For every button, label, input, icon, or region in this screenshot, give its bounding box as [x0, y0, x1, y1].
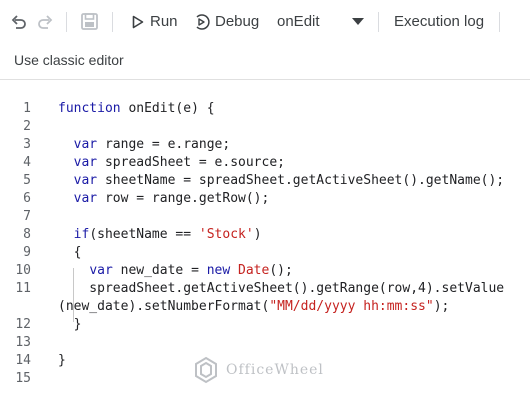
- code-line: 13: [0, 334, 530, 352]
- save-button[interactable]: [80, 12, 99, 31]
- code-line: 10 var new_date = new Date();: [0, 262, 530, 280]
- undo-icon: [11, 15, 26, 29]
- use-classic-editor-link[interactable]: Use classic editor: [14, 52, 124, 68]
- line-number: 1: [23, 101, 31, 116]
- dropdown-arrow-icon: [352, 18, 364, 25]
- line-number: 11: [15, 281, 31, 296]
- code-line: 3 var range = e.range;: [0, 136, 530, 154]
- debug-button[interactable]: Debug: [194, 13, 259, 30]
- code-line: 6 var row = range.getRow();: [0, 190, 530, 208]
- toolbar-divider: [499, 12, 500, 32]
- run-label: Run: [150, 13, 178, 30]
- code-line: 8 if(sheetName == 'Stock'): [0, 226, 530, 244]
- line-number: 6: [23, 191, 31, 206]
- code-line: 7: [0, 208, 530, 226]
- code-line: 12 }: [0, 316, 530, 334]
- code-text: if(sheetName == 'Stock'): [73, 227, 262, 242]
- toolbar-divider: [112, 12, 113, 32]
- save-icon: [81, 13, 98, 30]
- debug-icon: [196, 13, 210, 30]
- line-number: 13: [15, 335, 31, 350]
- header-divider: [0, 79, 530, 80]
- debug-label: Debug: [215, 13, 260, 30]
- code-line: (new_date).setNumberFormat("MM/dd/yyyy h…: [0, 298, 530, 316]
- toolbar-divider: [66, 12, 67, 32]
- code-line: 4 var spreadSheet = e.source;: [0, 154, 530, 172]
- code-line: 5 var sheetName = spreadSheet.getActiveS…: [0, 172, 530, 190]
- function-select[interactable]: onEdit: [277, 13, 365, 30]
- code-line: 2: [0, 118, 530, 136]
- code-line: 1 function onEdit(e) {: [0, 100, 530, 118]
- line-number: 2: [23, 119, 31, 134]
- line-number: 8: [23, 227, 31, 242]
- line-number: 10: [15, 263, 31, 278]
- run-button[interactable]: Run: [132, 13, 178, 30]
- toolbar: Run Debug onEdit Execution log: [0, 0, 530, 44]
- code-line: 11 spreadSheet.getActiveSheet().getRange…: [0, 280, 530, 298]
- execution-log-label: Execution log: [394, 13, 485, 30]
- watermark-text: OfficeWheel: [226, 362, 324, 378]
- code-text: {: [58, 245, 82, 260]
- code-text: var sheetName = spreadSheet.getActiveShe…: [73, 173, 505, 188]
- execution-log-button[interactable]: Execution log: [394, 13, 484, 30]
- code-text: var row = range.getRow();: [73, 191, 270, 206]
- line-number: 15: [15, 371, 31, 386]
- code-text: (new_date).setNumberFormat("MM/dd/yyyy h…: [58, 299, 450, 314]
- line-number: 9: [23, 245, 31, 260]
- code-text: var spreadSheet = e.source;: [73, 155, 285, 170]
- code-text: var new_date = new Date();: [89, 263, 293, 278]
- code-text: function onEdit(e) {: [58, 101, 215, 116]
- line-number: 14: [15, 353, 31, 368]
- code-text: spreadSheet.getActiveSheet().getRange(ro…: [58, 281, 505, 296]
- code-text: }: [58, 353, 66, 368]
- redo-button[interactable]: [36, 13, 54, 31]
- redo-icon: [38, 15, 53, 29]
- watermark: OfficeWheel: [192, 356, 324, 384]
- line-number: 12: [15, 317, 31, 332]
- undo-button[interactable]: [10, 13, 28, 31]
- function-select-value: onEdit: [277, 13, 320, 30]
- line-number: 3: [23, 137, 31, 152]
- line-number: 5: [23, 173, 31, 188]
- officewheel-logo-icon: [195, 356, 217, 384]
- play-icon: [132, 15, 144, 28]
- code-text: var range = e.range;: [73, 137, 231, 152]
- line-number: 7: [23, 209, 31, 224]
- toolbar-divider: [378, 12, 379, 32]
- code-line: 9 {: [0, 244, 530, 262]
- line-number: 4: [23, 155, 31, 170]
- code-text: }: [58, 317, 82, 332]
